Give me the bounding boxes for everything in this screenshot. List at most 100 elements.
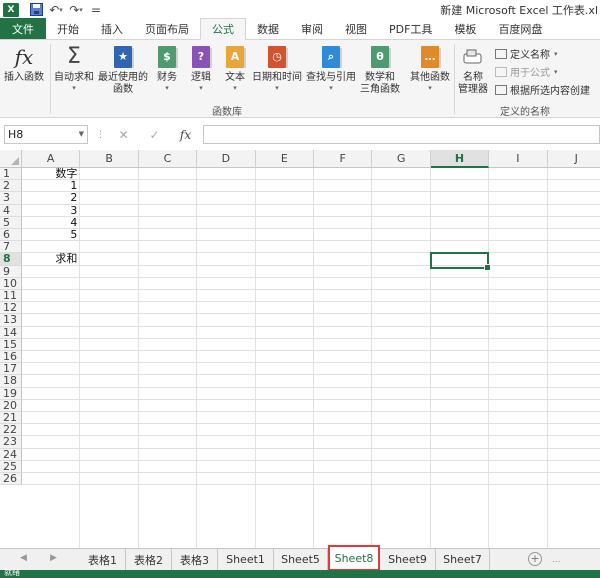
save-button[interactable] xyxy=(29,2,43,18)
insert-function-button[interactable]: fx 插入函数 xyxy=(4,44,44,84)
use-in-formula-label: 用于公式 xyxy=(510,68,550,79)
redo-icon: ↷ xyxy=(69,2,80,17)
define-name-button[interactable]: 定义名称 ▾ xyxy=(495,46,558,61)
cell-a2[interactable]: 1 xyxy=(22,180,77,192)
add-sheet-button[interactable]: + xyxy=(528,552,542,566)
logical-button[interactable]: ? 逻辑 ▾ xyxy=(190,44,212,92)
clock-icon: ◷ xyxy=(268,46,288,68)
tab-review[interactable]: 审阅 xyxy=(290,18,334,39)
recently-used-label-2: 函数 xyxy=(113,84,133,95)
column-header-g[interactable]: G xyxy=(372,150,431,168)
chevron-down-icon: ▾ xyxy=(329,84,333,92)
undo-button[interactable]: ↶ ▾ xyxy=(49,2,63,18)
row-header-26[interactable]: 26 xyxy=(0,472,22,486)
cell-a8[interactable]: 求和 xyxy=(22,253,77,265)
chevron-down-icon: ▾ xyxy=(554,67,558,76)
sheet-tab-sheet5[interactable]: Sheet5 xyxy=(274,549,328,570)
tab-baidu-netdisk[interactable]: 百度网盘 xyxy=(487,18,553,39)
cell-a5[interactable]: 4 xyxy=(22,216,77,229)
resize-handle-icon[interactable]: ⋮ xyxy=(96,130,105,140)
lookup-reference-button[interactable]: ⌕ 查找与引用 ▾ xyxy=(306,44,356,92)
formula-bar: H8 ▼ ⋮ ✕ ✓ fx xyxy=(0,118,600,150)
financial-label: 财务 xyxy=(157,72,177,83)
row-header-24[interactable]: 24 xyxy=(0,448,22,461)
column-header-b[interactable]: B xyxy=(80,150,139,168)
more-options-icon[interactable]: ... xyxy=(552,555,561,565)
excel-logo-icon: X xyxy=(3,2,19,17)
tab-file[interactable]: 文件 xyxy=(0,18,46,39)
customize-qat-button[interactable]: = xyxy=(89,2,103,18)
insert-function-label: 插入函数 xyxy=(4,72,44,83)
column-header-c[interactable]: C xyxy=(138,150,198,168)
grid-line xyxy=(137,168,139,548)
sheet-tab-sheet9[interactable]: Sheet9 xyxy=(380,549,436,570)
autosum-button[interactable]: Σ 自动求和 ▾ xyxy=(54,44,94,93)
name-box-value: H8 xyxy=(8,128,24,141)
cell-a6[interactable]: 5 xyxy=(22,229,77,241)
name-manager-button[interactable]: 名称 管理器 xyxy=(458,44,488,96)
cell-a3[interactable]: 2 xyxy=(22,192,77,204)
text-functions-button[interactable]: A 文本 ▾ xyxy=(224,44,246,92)
sheet-tab-sheet1[interactable]: Sheet1 xyxy=(218,549,274,570)
column-header-a[interactable]: A xyxy=(22,150,81,168)
recently-used-button[interactable]: ★ 最近使用的 函数 xyxy=(98,44,148,96)
financial-button[interactable]: $ 财务 ▾ xyxy=(156,44,178,92)
row-header-3[interactable]: 3 xyxy=(0,192,22,205)
tab-view[interactable]: 视图 xyxy=(334,18,378,39)
scroll-right-icon[interactable]: ▶ xyxy=(50,553,57,563)
more-functions-button[interactable]: … 其他函数 ▾ xyxy=(410,44,450,92)
row-header-23[interactable]: 23 xyxy=(0,436,22,449)
ribbon: fx 插入函数 Σ 自动求和 ▾ ★ 最近使用的 函数 $ 财务 ▾ ? 逻辑 … xyxy=(0,40,600,118)
column-header-i[interactable]: I xyxy=(489,150,548,168)
grid-line xyxy=(196,168,198,548)
active-cell-selection[interactable] xyxy=(429,252,492,271)
sheet-tab-表格3[interactable]: 表格3 xyxy=(172,549,218,570)
sheet-tab-sheet7[interactable]: Sheet7 xyxy=(436,549,490,570)
cancel-entry-icon[interactable]: ✕ xyxy=(108,128,139,142)
create-from-selection-button[interactable]: 根据所选内容创建 xyxy=(495,82,590,97)
tab-pdf-tools[interactable]: PDF工具 xyxy=(378,18,443,39)
worksheet-grid[interactable]: A B C D E F G H I J 1 2 3 4 5 6 7 8 9 10 11 12 13 14 15 16 17 18 19 2… xyxy=(0,150,600,548)
grid-line xyxy=(22,301,600,303)
cell-a1[interactable]: 数字 xyxy=(22,168,77,180)
grid-icon xyxy=(495,84,507,95)
row-header-13[interactable]: 13 xyxy=(0,314,22,327)
row-header-4[interactable]: 4 xyxy=(0,204,22,217)
column-header-e[interactable]: E xyxy=(255,150,314,168)
column-header-h[interactable]: H xyxy=(430,150,490,168)
row-header-19[interactable]: 19 xyxy=(0,387,22,400)
insert-function-icon[interactable]: fx xyxy=(170,128,201,142)
column-header-d[interactable]: D xyxy=(197,150,256,168)
row-header-14[interactable]: 14 xyxy=(0,326,22,339)
tab-insert[interactable]: 插入 xyxy=(90,18,134,39)
grid-line xyxy=(254,168,256,548)
chevron-down-icon: ▾ xyxy=(233,84,237,92)
title-bar: X ↶ ▾ ↷ ▾ = 新建 Microsoft Excel 工作表.xl xyxy=(0,0,600,19)
formula-input[interactable] xyxy=(203,125,600,144)
sheet-tab-sheet8[interactable]: Sheet8 xyxy=(328,545,380,571)
row-header-18[interactable]: 18 xyxy=(0,375,22,388)
sigma-icon: Σ xyxy=(67,44,81,69)
scroll-left-icon[interactable]: ◀ xyxy=(20,553,27,563)
tab-page-layout[interactable]: 页面布局 xyxy=(134,18,200,39)
cell-a4[interactable]: 3 xyxy=(22,204,77,217)
tab-data[interactable]: 数据 xyxy=(246,18,290,39)
column-header-j[interactable]: J xyxy=(547,150,600,168)
row-header-8[interactable]: 8 xyxy=(0,253,22,266)
confirm-entry-icon[interactable]: ✓ xyxy=(139,128,170,142)
datetime-button[interactable]: ◷ 日期和时间 ▾ xyxy=(252,44,302,92)
redo-button[interactable]: ↷ ▾ xyxy=(69,2,83,18)
tab-templates[interactable]: 模板 xyxy=(443,18,487,39)
tab-formulas[interactable]: 公式 xyxy=(200,18,246,40)
grid-line xyxy=(22,289,600,290)
use-in-formula-button[interactable]: 用于公式 ▾ xyxy=(495,64,558,79)
column-header-f[interactable]: F xyxy=(314,150,373,168)
select-all-button[interactable] xyxy=(0,150,22,168)
math-trig-button[interactable]: θ 数学和 三角函数 xyxy=(360,44,400,96)
sheet-tab-表格1[interactable]: 表格1 xyxy=(80,549,126,570)
row-header-9[interactable]: 9 xyxy=(0,265,22,278)
name-box[interactable]: H8 ▼ xyxy=(4,125,88,144)
window-title: 新建 Microsoft Excel 工作表.xl xyxy=(440,4,598,17)
sheet-tab-表格2[interactable]: 表格2 xyxy=(126,549,172,570)
tab-home[interactable]: 开始 xyxy=(46,18,90,39)
